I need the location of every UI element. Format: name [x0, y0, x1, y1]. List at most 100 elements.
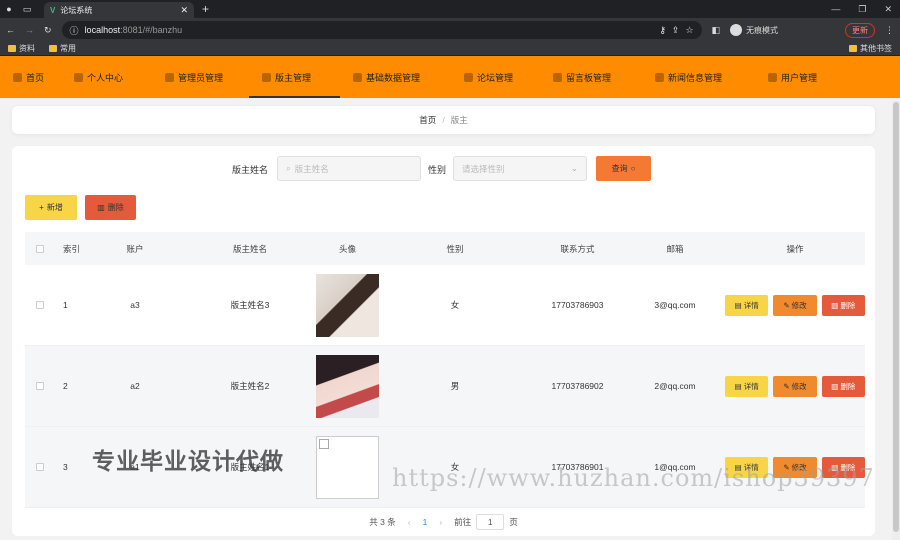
kebab-menu-icon[interactable]: ⋮ — [885, 25, 894, 36]
news-icon — [655, 72, 664, 82]
nav-item-users[interactable]: 用户管理 — [755, 56, 855, 98]
nav-label: 管理员管理 — [178, 72, 224, 83]
browser-menu-icon[interactable]: ● — [0, 0, 18, 18]
nav-label: 基础数据管理 — [366, 72, 421, 83]
nav-item-news[interactable]: 新闻信息管理 — [642, 56, 755, 98]
page-scrollbar[interactable] — [892, 100, 900, 540]
breadcrumb-current: 版主 — [450, 115, 468, 125]
header-name: 版主姓名 — [232, 243, 267, 254]
watermark-url: https://www.huzhan.com/ishop39397 — [392, 464, 875, 492]
nav-item-moderators[interactable]: 版主管理 — [249, 56, 340, 98]
bookmark-folder[interactable]: 资料 — [8, 43, 35, 54]
nav-item-messages[interactable]: 留言板管理 — [540, 56, 642, 98]
key-icon[interactable]: ⚷ — [659, 25, 666, 36]
sidepanel-icon[interactable]: ◧ — [712, 25, 721, 36]
add-button[interactable]: + 新增 — [25, 195, 77, 220]
prev-page-icon[interactable]: ‹ — [408, 517, 411, 527]
next-page-icon[interactable]: › — [439, 517, 442, 527]
tab-title: 论坛系统 — [60, 5, 93, 15]
plus-icon: + — [39, 203, 44, 212]
nav-label: 论坛管理 — [477, 72, 514, 83]
search-icon: ⌕ — [286, 163, 291, 173]
cell-phone: 17703786902 — [551, 381, 604, 391]
name-search-input[interactable]: ⌕ 版主姓名 — [277, 156, 421, 181]
restore-icon[interactable]: ❐ — [858, 4, 866, 15]
cell-actions: ▤ 详情 ✎ 修改 ▥ 删除 — [725, 294, 865, 316]
name-search-placeholder: 版主姓名 — [294, 163, 329, 174]
browser-tab[interactable]: V 论坛系统 ✕ — [44, 2, 194, 18]
message-icon — [553, 72, 562, 82]
info-icon[interactable]: ⓘ — [70, 24, 79, 37]
folder-icon — [849, 45, 857, 53]
avatar-image[interactable] — [316, 354, 379, 418]
nav-label: 留言板管理 — [566, 72, 612, 83]
folder-icon — [49, 45, 57, 53]
delete-button[interactable]: ▥ 删除 — [821, 375, 865, 397]
minimize-icon[interactable]: — — [831, 4, 840, 14]
nav-item-profile[interactable]: 个人中心 — [61, 56, 152, 98]
forum-icon — [464, 72, 473, 82]
folder-icon — [8, 45, 16, 53]
window-controls: — ❐ ✕ — [831, 0, 892, 18]
bookmark-folder[interactable]: 常用 — [49, 43, 76, 54]
header-gender: 性别 — [446, 243, 464, 254]
document-icon: ▤ — [734, 381, 742, 391]
nav-item-admins[interactable]: 管理员管理 — [152, 56, 249, 98]
url-path: :8081/#/banzhu — [120, 25, 183, 35]
page-number[interactable]: 1 — [423, 517, 428, 527]
edit-label: 修改 — [791, 300, 807, 310]
pencil-icon: ✎ — [783, 300, 790, 310]
watermark-text: 专业毕业设计代做 — [92, 449, 284, 475]
row-checkbox[interactable] — [36, 463, 44, 471]
moderator-icon — [262, 72, 271, 82]
detail-button[interactable]: ▤ 详情 — [725, 294, 769, 316]
url-field[interactable]: ⓘ localhost:8081/#/banzhu ⚷ ⇪ ☆ — [61, 21, 702, 39]
bookmark-label: 常用 — [60, 44, 76, 53]
update-button[interactable]: 更新 — [845, 22, 875, 38]
share-icon[interactable]: ⇪ — [672, 25, 680, 36]
incognito-indicator[interactable]: 无痕模式 — [730, 24, 778, 36]
delete-button[interactable]: ▥ 删除 — [821, 294, 865, 316]
data-icon — [353, 72, 362, 82]
admin-icon — [165, 72, 174, 82]
nav-item-forum[interactable]: 论坛管理 — [451, 56, 540, 98]
other-bookmarks[interactable]: 其他书签 — [849, 43, 892, 54]
query-label: 查询 — [611, 164, 628, 173]
select-all-checkbox[interactable] — [36, 244, 44, 253]
edit-button[interactable]: ✎ 修改 — [773, 375, 817, 397]
gender-select[interactable]: 请选择性别 ⌄ — [453, 156, 587, 181]
edit-button[interactable]: ✎ 修改 — [773, 294, 817, 316]
row-checkbox[interactable] — [36, 382, 44, 390]
cell-name: 版主姓名3 — [230, 300, 270, 310]
nav-label: 新闻信息管理 — [668, 72, 723, 83]
reload-icon[interactable]: ↻ — [44, 25, 52, 36]
forward-icon[interactable]: → — [25, 25, 34, 35]
avatar-image[interactable] — [316, 273, 379, 337]
table-header: 索引 账户 版主姓名 头像 性别 联系方式 邮箱 操作 — [25, 232, 865, 265]
cell-avatar — [315, 273, 380, 337]
bookmark-star-icon[interactable]: ☆ — [685, 25, 693, 36]
close-tab-icon[interactable]: ✕ — [180, 5, 188, 16]
row-select-cell — [25, 463, 55, 471]
gender-label: 性别 — [428, 165, 447, 175]
other-bookmarks-label: 其他书签 — [860, 44, 892, 53]
new-tab-icon[interactable]: + — [202, 2, 209, 16]
row-checkbox[interactable] — [36, 301, 44, 309]
query-button[interactable]: 查询 ○ — [596, 156, 651, 181]
detail-button[interactable]: ▤ 详情 — [725, 375, 769, 397]
cell-avatar — [315, 435, 380, 499]
back-icon[interactable]: ← — [6, 25, 15, 35]
nav-item-home[interactable]: 首页 — [0, 56, 61, 98]
breadcrumb-home[interactable]: 首页 — [419, 114, 436, 126]
close-window-icon[interactable]: ✕ — [884, 4, 892, 15]
gender-placeholder: 请选择性别 — [462, 163, 505, 174]
batch-delete-button[interactable]: ▥ 删除 — [85, 195, 136, 220]
nav-label: 个人中心 — [87, 72, 124, 83]
broken-image-icon[interactable] — [316, 435, 379, 499]
page-jump-input[interactable]: 1 — [476, 514, 505, 530]
nav-item-basic-data[interactable]: 基础数据管理 — [340, 56, 451, 98]
scrollbar-thumb[interactable] — [893, 102, 899, 532]
detail-label: 详情 — [743, 381, 759, 391]
breadcrumb: 首页 / 版主 — [12, 106, 875, 134]
tab-list-icon[interactable]: ▭ — [18, 0, 36, 18]
